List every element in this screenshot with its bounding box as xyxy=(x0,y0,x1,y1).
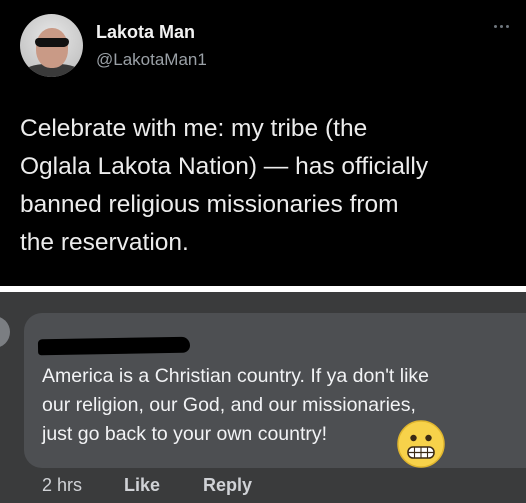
display-name[interactable]: Lakota Man xyxy=(96,22,195,43)
avatar-face xyxy=(36,28,68,68)
comment-timestamp[interactable]: 2 hrs xyxy=(42,475,82,496)
tweet-text-line: banned religious missionaries from xyxy=(20,191,399,218)
tweet-text-line: the reservation. xyxy=(20,229,189,256)
avatar-sunglasses xyxy=(35,38,69,47)
tweet-text-line: Oglala Lakota Nation) — has officially xyxy=(20,153,429,180)
screenshot-collage: Lakota Man @LakotaMan1 Celebrate with me… xyxy=(0,0,526,503)
reply-button[interactable]: Reply xyxy=(203,475,252,496)
tweet-text: Celebrate with me: my tribe (the Oglala … xyxy=(20,110,518,262)
user-handle[interactable]: @LakotaMan1 xyxy=(96,50,207,70)
comment-section: America is a Christian country. If ya do… xyxy=(0,292,526,503)
grimacing-face-icon xyxy=(397,420,445,468)
comment-text-line: just go back to your own country! xyxy=(42,423,328,445)
like-button[interactable]: Like xyxy=(124,475,160,496)
comment-text-line: America is a Christian country. If ya do… xyxy=(42,365,430,387)
more-options-icon[interactable] xyxy=(494,22,512,30)
redacted-commenter-name xyxy=(37,336,191,356)
comment-text: America is a Christian country. If ya do… xyxy=(42,362,522,449)
tweet-text-line: Celebrate with me: my tribe (the xyxy=(20,115,368,142)
commenter-avatar[interactable] xyxy=(0,316,10,348)
comment-text-line: our religion, our God, and our missionar… xyxy=(42,394,416,416)
tweet-card: Lakota Man @LakotaMan1 Celebrate with me… xyxy=(0,0,526,286)
profile-avatar[interactable] xyxy=(20,14,83,77)
